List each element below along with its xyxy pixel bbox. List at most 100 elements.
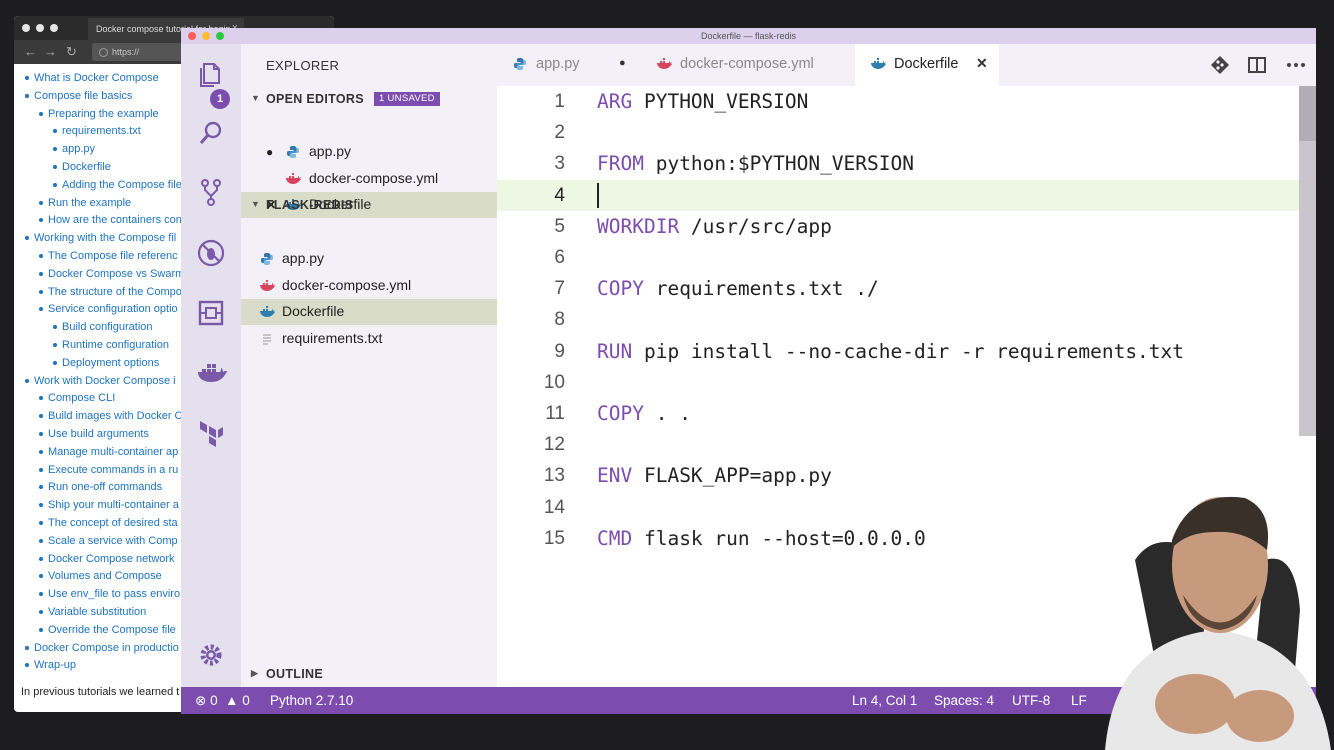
toc-link[interactable]: Dockerfile <box>53 160 111 174</box>
code-line[interactable]: 9 RUN pip install --no-cache-dir -r requi… <box>497 336 1316 367</box>
toc-link[interactable]: The concept of desired sta <box>39 516 178 530</box>
code-line[interactable]: 6 <box>497 242 1316 273</box>
file-tree-item[interactable]: requirements.txt <box>241 326 497 352</box>
toc-link[interactable]: Ship your multi-container a <box>39 498 179 512</box>
chevron-down-icon: ▼ <box>251 93 261 103</box>
toc-link[interactable]: Override the Compose file <box>39 623 176 637</box>
toc-link[interactable]: Wrap-up <box>25 658 76 672</box>
toc-link[interactable]: The Compose file referenc <box>39 249 178 263</box>
file-tree-filename: app.py <box>282 250 325 266</box>
outline-header[interactable]: ▶ OUTLINE <box>241 662 497 686</box>
toc-link[interactable]: Variable substitution <box>38 605 146 619</box>
code-line[interactable]: 5 WORKDIR /usr/src/app <box>497 211 1316 242</box>
toc-link[interactable]: Docker Compose network <box>39 552 175 566</box>
toc-link[interactable]: Runtime configuration <box>52 338 169 352</box>
file-tree-item[interactable]: Dockerfile <box>241 299 497 325</box>
code-line[interactable]: 11 COPY . . <box>497 398 1316 429</box>
line-ending[interactable]: LF <box>1071 693 1087 708</box>
toc-link[interactable]: What is Docker Compose <box>25 71 159 85</box>
toc-link[interactable]: Volumes and Compose <box>39 569 162 583</box>
search-icon[interactable] <box>196 118 226 148</box>
code-line[interactable]: 7 COPY requirements.txt ./ <box>497 273 1316 304</box>
code-line[interactable]: 8 <box>497 304 1316 335</box>
source-control-icon[interactable] <box>196 177 226 207</box>
code-line[interactable]: 13 ENV FLASK_APP=app.py <box>497 460 1316 491</box>
line-number: 4 <box>554 184 565 206</box>
keyword: COPY <box>597 402 644 425</box>
toc-link[interactable]: Deployment options <box>52 356 159 370</box>
browser-zoom-dot[interactable] <box>50 24 58 32</box>
line-number: 5 <box>554 215 565 237</box>
code-line[interactable]: 12 <box>497 429 1316 460</box>
code-line[interactable]: 4 <box>497 179 1316 211</box>
toc-link[interactable]: The structure of the Compo <box>39 285 182 299</box>
open-editors-header[interactable]: ▼ OPEN EDITORS 1 UNSAVED <box>241 87 497 111</box>
open-editor-item[interactable]: docker-compose.yml <box>241 166 497 192</box>
indentation-setting[interactable]: Spaces: 4 <box>934 693 994 708</box>
split-editor-icon[interactable] <box>1247 55 1267 75</box>
editor-tab[interactable]: app.py ● <box>497 44 641 86</box>
file-tree-item[interactable]: app.py <box>241 246 497 272</box>
toc-link[interactable]: Manage multi-container ap <box>38 445 178 459</box>
toc-link[interactable]: Adding the Compose file <box>53 178 182 192</box>
files-icon[interactable] <box>196 60 226 90</box>
code-line[interactable]: 3 FROM python:$PYTHON_VERSION <box>497 148 1316 179</box>
project-folder-header[interactable]: ▼ FLASK-REDIS <box>241 193 497 217</box>
more-actions-icon[interactable] <box>1286 55 1306 75</box>
file-encoding[interactable]: UTF-8 <box>1012 693 1050 708</box>
code-line[interactable]: 2 <box>497 117 1316 148</box>
docker-icon <box>260 279 275 293</box>
code-line[interactable]: 1 ARG PYTHON_VERSION <box>497 86 1316 117</box>
toc-link[interactable]: Docker Compose in productio <box>25 641 179 655</box>
toc-link[interactable]: Use build arguments <box>39 427 149 441</box>
keyword: WORKDIR <box>597 214 680 238</box>
toc-link[interactable]: Work with Docker Compose i <box>25 374 176 388</box>
reload-icon[interactable]: ↻ <box>66 44 77 60</box>
toc-link[interactable]: Docker Compose vs Swarm <box>38 267 184 281</box>
toc-link[interactable]: Preparing the example <box>39 107 159 121</box>
scrollbar-thumb[interactable] <box>1299 86 1316 141</box>
toc-link[interactable]: Compose CLI <box>38 391 115 405</box>
back-arrow-icon[interactable]: ← <box>24 44 37 59</box>
text-cursor <box>597 182 599 208</box>
debug-icon[interactable] <box>196 238 226 268</box>
problems-indicator[interactable]: ⊗ 0 ▲ 0 <box>195 693 250 709</box>
toc-link[interactable]: Run the example <box>38 196 131 210</box>
open-editors-label: OPEN EDITORS <box>266 92 364 106</box>
forward-arrow-icon[interactable]: → <box>44 44 57 59</box>
toc-link[interactable]: Execute commands in a ru <box>38 463 178 477</box>
toc-link[interactable]: Working with the Compose fil <box>24 231 176 245</box>
open-editor-item[interactable]: ● app.py <box>241 139 497 165</box>
close-icon[interactable]: ✕ <box>976 55 988 72</box>
open-changes-icon[interactable] <box>1210 55 1230 75</box>
toc-link[interactable]: Run one-off commands <box>38 480 162 494</box>
terraform-icon[interactable] <box>196 418 226 448</box>
toc-link[interactable]: Service configuration optio <box>39 302 178 316</box>
docker-icon[interactable] <box>196 359 227 389</box>
toc-link[interactable]: Compose file basics <box>24 89 132 103</box>
python-interpreter[interactable]: Python 2.7.10 <box>270 693 353 708</box>
extensions-icon[interactable] <box>196 298 226 328</box>
editor-tab[interactable]: docker-compose.yml <box>641 44 855 86</box>
file-tree-filename: requirements.txt <box>282 329 383 346</box>
toc-link[interactable]: app.py <box>52 142 95 156</box>
code-line[interactable]: 10 <box>497 367 1316 398</box>
keyword: CMD <box>597 526 633 550</box>
toc-link[interactable]: Build images with Docker C <box>39 409 183 423</box>
file-tree-item[interactable]: docker-compose.yml <box>241 273 497 299</box>
cursor-position[interactable]: Ln 4, Col 1 <box>852 693 917 708</box>
browser-close-dot[interactable] <box>22 24 30 32</box>
editor-tab[interactable]: Dockerfile ✕ <box>855 44 999 86</box>
toc-link[interactable]: Build configuration <box>53 320 153 334</box>
settings-gear-icon[interactable] <box>196 640 226 670</box>
file-tree-filename: Dockerfile <box>282 303 345 319</box>
line-number: 15 <box>543 527 565 549</box>
url-bar[interactable]: https:// <box>92 43 192 61</box>
toc-link[interactable]: Scale a service with Comp <box>39 534 178 548</box>
unsaved-dot-icon[interactable]: ● <box>619 57 626 69</box>
toc-link[interactable]: requirements.txt <box>53 124 141 138</box>
toc-link[interactable]: How are the containers con <box>39 213 182 227</box>
toc-link[interactable]: Use env_file to pass enviro <box>38 587 180 601</box>
browser-minimize-dot[interactable] <box>36 24 44 32</box>
unsaved-dot-icon[interactable]: ● <box>266 145 273 159</box>
